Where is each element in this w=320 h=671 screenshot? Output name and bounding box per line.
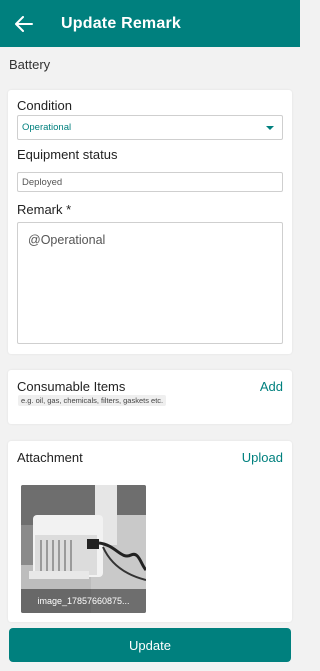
consumables-title: Consumable Items — [17, 379, 126, 394]
equipment-status-label: Equipment status — [17, 147, 118, 162]
page-title: Update Remark — [61, 14, 181, 32]
section-title: Battery — [9, 57, 51, 72]
upload-button[interactable]: Upload — [242, 450, 283, 465]
update-button[interactable]: Update — [9, 628, 291, 662]
add-consumable-button[interactable]: Add — [260, 379, 283, 394]
condition-label: Condition — [17, 98, 72, 113]
attachment-card: Attachment Upload image_17857660875... — [8, 441, 292, 622]
remark-form-card: Condition Operational Equipment status D… — [8, 90, 292, 354]
consumables-hint: e.g. oil, gas, chemicals, filters, gaske… — [18, 395, 167, 406]
equipment-status-field[interactable]: Deployed — [17, 172, 283, 192]
attachment-filename: image_17857660875... — [21, 589, 146, 613]
back-button[interactable] — [12, 12, 36, 36]
remark-textarea[interactable]: @Operational — [17, 222, 283, 344]
attachment-title: Attachment — [17, 450, 83, 465]
equipment-status-placeholder: Deployed — [22, 176, 63, 188]
remark-label: Remark * — [17, 202, 72, 217]
attachment-thumbnail[interactable]: image_17857660875... — [21, 485, 146, 613]
chevron-down-icon — [266, 126, 274, 130]
condition-select[interactable]: Operational — [17, 115, 283, 140]
app-bar: Update Remark — [0, 0, 300, 47]
consumables-card: Consumable Items Add e.g. oil, gas, chem… — [8, 370, 292, 424]
arrow-left-icon — [15, 15, 33, 32]
condition-value: Operational — [22, 122, 72, 133]
